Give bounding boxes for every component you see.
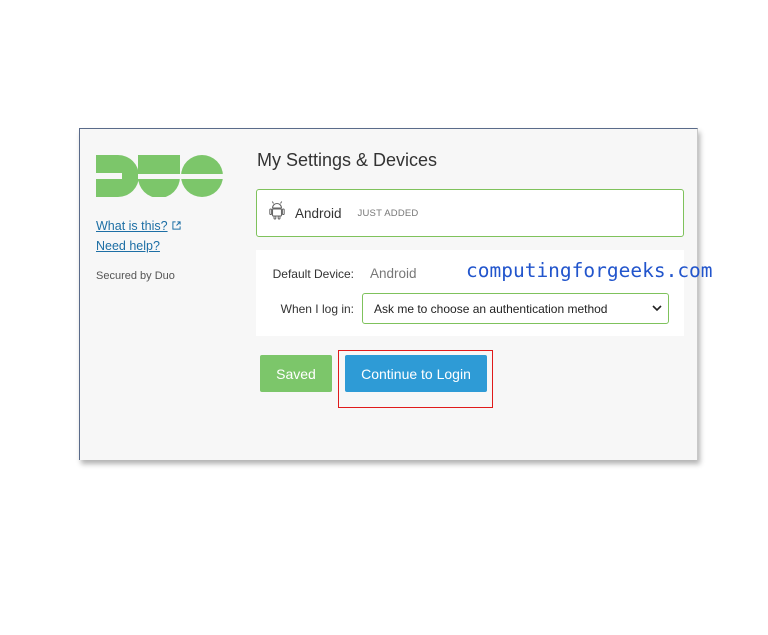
what-is-this-link[interactable]: What is this? <box>96 216 236 236</box>
device-name: Android <box>295 205 342 221</box>
main-content: My Settings & Devices Android JUST ADDED… <box>256 149 684 415</box>
default-device-value: Android <box>370 266 417 281</box>
duo-logo <box>96 155 223 197</box>
duo-settings-window: What is this? Need help? Secured by Duo … <box>79 128 698 460</box>
default-device-label: Default Device: <box>272 267 354 281</box>
chevron-down-icon <box>652 305 662 312</box>
login-method-selected-value: Ask me to choose an authentication metho… <box>374 301 608 316</box>
android-icon <box>269 201 285 220</box>
continue-to-login-button[interactable]: Continue to Login <box>345 355 487 392</box>
action-buttons: Saved Continue to Login <box>256 355 684 415</box>
external-link-icon <box>171 221 181 230</box>
when-login-label: When I log in: <box>280 302 354 316</box>
device-card-android[interactable]: Android JUST ADDED <box>256 189 684 237</box>
saved-button[interactable]: Saved <box>260 355 332 392</box>
login-method-select[interactable]: Ask me to choose an authentication metho… <box>362 293 669 324</box>
device-status-badge: JUST ADDED <box>357 207 419 219</box>
secured-by-text: Secured by Duo <box>96 270 175 282</box>
sidebar: What is this? Need help? Secured by Duo <box>96 155 236 282</box>
page-title: My Settings & Devices <box>257 150 438 170</box>
need-help-link[interactable]: Need help? <box>96 236 236 256</box>
what-is-this-label: What is this? <box>96 219 168 233</box>
watermark-text: computingforgeeks.com <box>466 259 713 282</box>
help-links: What is this? Need help? <box>96 216 236 256</box>
